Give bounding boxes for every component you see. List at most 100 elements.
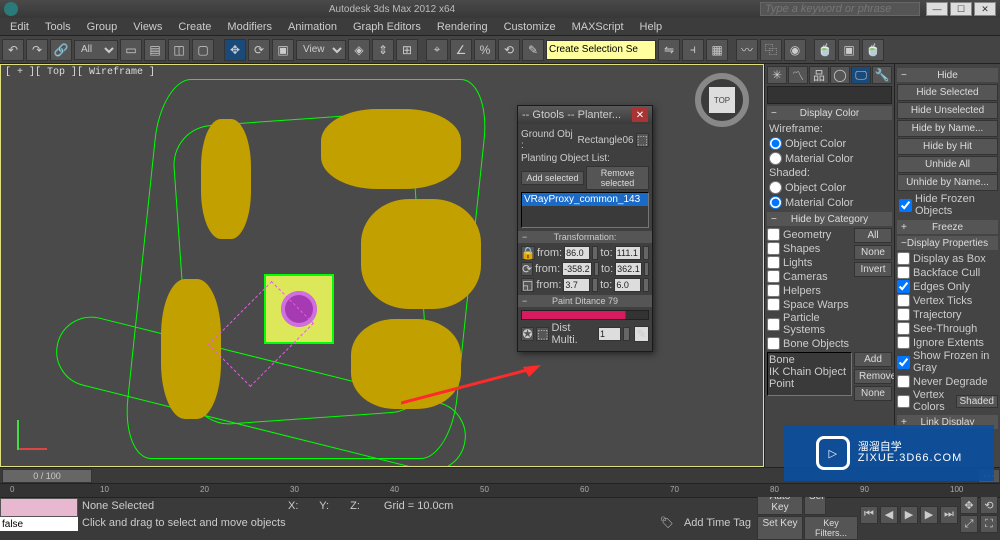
radio-wire-objcolor[interactable]: [769, 137, 782, 150]
select-name-icon[interactable]: ▤: [144, 39, 166, 61]
pan-icon[interactable]: ✥: [960, 496, 978, 514]
btn-hide-by-hit[interactable]: Hide by Hit: [897, 138, 998, 155]
viewport-label[interactable]: [ + ][ Top ][ Wireframe ]: [5, 67, 155, 78]
redo-icon[interactable]: ↷: [26, 39, 48, 61]
rollout-hide-category[interactable]: Hide by Category: [767, 212, 892, 226]
gtools-planter-dialog[interactable]: -- Gtools -- Planter... ✕ Ground Obj : R…: [517, 105, 653, 352]
selection-filter[interactable]: All: [74, 40, 118, 60]
spinbtn[interactable]: [643, 278, 649, 292]
align-icon[interactable]: ⫞: [682, 39, 704, 61]
chk-helpers[interactable]: [767, 284, 780, 297]
menu-animation[interactable]: Animation: [280, 19, 345, 35]
undo-icon[interactable]: ↶: [2, 39, 24, 61]
lock-rot-icon[interactable]: 🔒: [521, 246, 535, 260]
btn-cat-all[interactable]: All: [854, 228, 892, 243]
maximize-icon[interactable]: ⛶: [980, 515, 998, 533]
rollout-hide[interactable]: Hide: [897, 68, 998, 82]
spin-rot-to[interactable]: 111.1: [615, 246, 641, 260]
spin-scale-from[interactable]: 3.7: [563, 278, 590, 292]
btn-shaded[interactable]: Shaded: [956, 395, 998, 408]
btn-unhide-by-name[interactable]: Unhide by Name...: [897, 174, 998, 191]
max-button[interactable]: ☐: [950, 2, 972, 16]
list-item[interactable]: VRayProxy_common_143: [522, 193, 648, 206]
add-time-tag[interactable]: Add Time Tag: [684, 517, 751, 529]
btn-add-selected[interactable]: Add selected: [521, 171, 584, 185]
chk-edges-only[interactable]: [897, 280, 910, 293]
render-frame-icon[interactable]: ▣: [838, 39, 860, 61]
window-crossing-icon[interactable]: ▢: [192, 39, 214, 61]
zoom-extents-icon[interactable]: ⤢: [960, 515, 978, 533]
menu-create[interactable]: Create: [170, 19, 219, 35]
spinner-snap-icon[interactable]: ⟲: [498, 39, 520, 61]
render-setup-icon[interactable]: 🍵: [814, 39, 836, 61]
rollout-display-color[interactable]: Display Color: [767, 106, 892, 120]
section-paint-distance[interactable]: Paint Ditance 79: [518, 295, 652, 307]
tab-modify-icon[interactable]: 〽: [788, 66, 808, 84]
paint-icon[interactable]: ✪: [521, 327, 534, 341]
link-icon[interactable]: 🔗: [50, 39, 72, 61]
chk-bones[interactable]: [767, 337, 780, 350]
schematic-icon[interactable]: ⿻: [760, 39, 782, 61]
btn-list-none[interactable]: None: [854, 386, 892, 401]
play-icon[interactable]: ▶: [900, 506, 918, 524]
time-ruler[interactable]: 0 10 20 30 40 50 60 70 80 90 100: [0, 483, 1000, 497]
menu-rendering[interactable]: Rendering: [429, 19, 496, 35]
spinbtn[interactable]: [643, 246, 649, 260]
radio-wire-matcolor[interactable]: [769, 152, 782, 165]
menu-grapheditors[interactable]: Graph Editors: [345, 19, 429, 35]
menu-maxscript[interactable]: MAXScript: [564, 19, 632, 35]
chk-shapes[interactable]: [767, 242, 780, 255]
radio-shaded-objcolor[interactable]: [769, 181, 782, 194]
chk-ignore-extents[interactable]: [897, 336, 910, 349]
section-transformation[interactable]: Transformation:: [518, 231, 652, 243]
script-input[interactable]: false: [0, 517, 78, 531]
menu-group[interactable]: Group: [79, 19, 126, 35]
chk-display-as-box[interactable]: [897, 252, 910, 265]
btn-cat-invert[interactable]: Invert: [854, 262, 892, 277]
mirror-icon[interactable]: ⇋: [658, 39, 680, 61]
select-icon[interactable]: ▭: [120, 39, 142, 61]
btn-set-key[interactable]: Set Key: [757, 516, 803, 540]
select-region-icon[interactable]: ◫: [168, 39, 190, 61]
close-button[interactable]: ✕: [974, 2, 996, 16]
goto-start-icon[interactable]: ⏮: [860, 506, 878, 524]
goto-end-icon[interactable]: ⏭: [940, 506, 958, 524]
orbit-icon[interactable]: ⟲: [980, 496, 998, 514]
chk-geometry[interactable]: [767, 228, 780, 241]
plant-listbox[interactable]: VRayProxy_common_143: [521, 192, 649, 228]
edit-named-icon[interactable]: ✎: [522, 39, 544, 61]
object-name-field[interactable]: [767, 86, 892, 104]
percent-snap-icon[interactable]: %: [474, 39, 496, 61]
lock-scale-icon[interactable]: ◱: [521, 278, 534, 292]
next-frame-icon[interactable]: ▶: [920, 506, 938, 524]
viewcube-face[interactable]: TOP: [709, 87, 735, 113]
spinbtn[interactable]: [592, 278, 598, 292]
render-icon[interactable]: 🍵: [862, 39, 884, 61]
paint-distance-slider[interactable]: [521, 310, 649, 320]
menu-modifiers[interactable]: Modifiers: [219, 19, 280, 35]
rotate-icon[interactable]: ⟳: [248, 39, 270, 61]
script-mini-listener[interactable]: [0, 498, 78, 517]
min-button[interactable]: —: [926, 2, 948, 16]
pick-ground-icon[interactable]: ⬚: [636, 133, 649, 147]
tab-motion-icon[interactable]: ◯: [830, 66, 850, 84]
layers-icon[interactable]: ▦: [706, 39, 728, 61]
chk-never-degrade[interactable]: [897, 375, 910, 388]
lock-move-icon[interactable]: ⟳: [521, 262, 533, 276]
spin-rot-from[interactable]: 86.0: [564, 246, 590, 260]
dialog-close-icon[interactable]: ✕: [632, 108, 648, 122]
category-listbox[interactable]: Bone IK Chain Object Point: [767, 352, 852, 396]
chk-trajectory[interactable]: [897, 308, 910, 321]
time-handle[interactable]: 0 / 100: [2, 469, 92, 483]
ref-coord-select[interactable]: View: [296, 40, 346, 60]
help-search-input[interactable]: [760, 2, 920, 16]
btn-unhide-all[interactable]: Unhide All: [897, 156, 998, 173]
scale-icon[interactable]: ▣: [272, 39, 294, 61]
brush-icon[interactable]: ✎: [634, 326, 649, 342]
pivot-icon[interactable]: ◈: [348, 39, 370, 61]
menu-tools[interactable]: Tools: [37, 19, 79, 35]
chk-lights[interactable]: [767, 256, 780, 269]
tab-utilities-icon[interactable]: 🔧: [872, 66, 892, 84]
btn-list-remove[interactable]: Remove: [854, 369, 892, 384]
erase-icon[interactable]: ⬚: [536, 327, 549, 341]
